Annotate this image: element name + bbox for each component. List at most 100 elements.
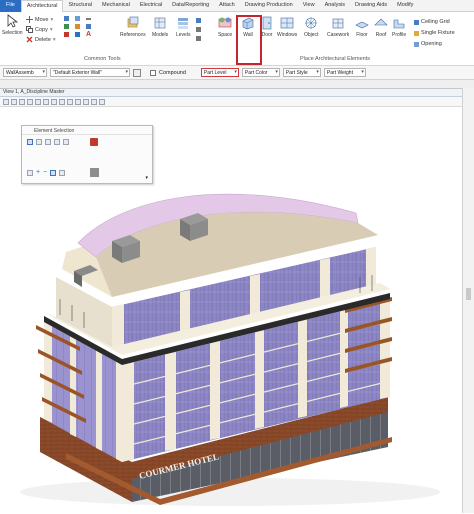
floor-label: Floor (356, 32, 368, 38)
clear-all-icon[interactable] (90, 168, 99, 177)
text-a-icon[interactable]: A (86, 31, 94, 38)
tab-architectural[interactable]: Architectural (20, 0, 64, 12)
tab-analysis[interactable]: Analysis (320, 0, 350, 12)
models-button[interactable]: Models (152, 16, 168, 38)
element-selection-dialog: Element Selection + − ▾ (21, 125, 153, 184)
display-style-icon[interactable] (83, 98, 89, 105)
casework-button[interactable]: Casework (327, 16, 349, 38)
part-style-combo[interactable]: Part Style (282, 68, 321, 77)
tab-structural[interactable]: Structural (63, 0, 97, 12)
opening-button[interactable]: Opening (414, 41, 442, 47)
space-button[interactable]: Space (218, 16, 232, 38)
part-weight-combo[interactable]: Part Weight (323, 68, 366, 77)
view-title-bar: View 1, A_Discipline Master (0, 89, 462, 97)
view-next-icon[interactable] (67, 98, 73, 105)
door-button[interactable]: Door (260, 16, 274, 38)
wall-type-combo[interactable]: "Default Exterior Wall" (50, 68, 130, 77)
single-fixture-label: Single Fixture (421, 30, 455, 36)
zoom-out-icon[interactable] (19, 98, 25, 105)
selection-button[interactable]: Selection (2, 14, 23, 36)
browse-icon[interactable] (133, 68, 141, 77)
object-label: Object (304, 32, 319, 38)
clear-selection-icon[interactable] (59, 170, 66, 176)
fixture-icon (414, 30, 419, 36)
part-level-combo[interactable]: Part Level (200, 68, 239, 77)
references-button[interactable]: References (120, 16, 146, 38)
invert-selection-icon[interactable] (50, 170, 57, 176)
right-side-panel (462, 88, 474, 513)
element-info-icon[interactable] (75, 16, 80, 21)
fit-view-icon[interactable] (35, 98, 41, 105)
lasso-select-icon[interactable] (63, 139, 69, 145)
space-icon (218, 17, 232, 28)
floor-button[interactable]: Floor (355, 16, 369, 38)
delete-button[interactable]: Delete ▾ (26, 36, 56, 43)
copy-button[interactable]: Copy ▾ (26, 26, 53, 33)
panel-scroll-handle[interactable] (466, 288, 471, 300)
ribbon-tab-bar: File Architectural Structural Mechanical Ele… (0, 0, 474, 12)
level-filter-icon[interactable] (196, 27, 201, 32)
level-display-icon[interactable] (196, 18, 201, 23)
paint-icon[interactable] (75, 24, 80, 29)
tab-mechanical[interactable]: Mechanical (97, 0, 135, 12)
models-icon (154, 17, 166, 29)
space-label: Space (218, 32, 233, 38)
delete-icon (26, 36, 33, 43)
pan-view-icon[interactable] (51, 98, 57, 105)
move-label: Move (35, 16, 49, 23)
add-icon[interactable]: + (36, 169, 40, 176)
view-perspective-icon[interactable] (75, 98, 81, 105)
group-icon[interactable] (75, 32, 80, 37)
subtract-icon[interactable]: − (43, 169, 47, 176)
tab-data-reporting[interactable]: Data/Reporting (167, 0, 214, 12)
tab-drawing-aids[interactable]: Drawing Aids (350, 0, 392, 12)
attribute-toolbar: WallAssemb "Default Exterior Wall" Compo… (0, 66, 474, 80)
selection-method-row: + − (27, 169, 66, 176)
selection-mode-row (27, 139, 69, 145)
view-previous-icon[interactable] (59, 98, 65, 105)
levels-aux-icons (196, 18, 201, 41)
roof-button[interactable]: Roof (374, 16, 388, 38)
tab-view[interactable]: View (298, 0, 320, 12)
tab-file[interactable]: File (0, 0, 21, 12)
text-icon[interactable] (64, 32, 69, 37)
floor-icon (355, 21, 369, 29)
tab-attach[interactable]: Attach (214, 0, 240, 12)
ceiling-grid-label: Ceiling Grid (421, 19, 450, 25)
block-select-icon[interactable] (36, 139, 42, 145)
move-button[interactable]: Move ▾ (26, 16, 53, 23)
line-icon[interactable] (86, 18, 91, 20)
ceiling-grid-button[interactable]: Ceiling Grid (414, 19, 450, 25)
dialog-expand-icon[interactable]: ▾ (145, 175, 148, 181)
new-selection-icon[interactable] (27, 170, 33, 176)
fence-icon[interactable] (64, 16, 69, 21)
levels-label: Levels (176, 32, 191, 38)
zoom-in-icon[interactable] (11, 98, 17, 105)
object-button[interactable]: Object (304, 16, 318, 38)
move-icon (26, 16, 33, 23)
view-attributes-icon[interactable] (3, 98, 9, 105)
window-label: Windows (277, 32, 298, 38)
wall-assembly-combo[interactable]: WallAssemb (3, 68, 47, 77)
compound-label: Compound (159, 69, 186, 76)
single-fixture-button[interactable]: Single Fixture (414, 30, 455, 36)
line-select-icon[interactable] (54, 139, 60, 145)
clip-volume-icon[interactable] (91, 98, 97, 105)
saved-views-icon[interactable] (99, 98, 105, 105)
tab-electrical[interactable]: Electrical (135, 0, 167, 12)
profile-button[interactable]: Profile (392, 16, 406, 38)
attributes-icon[interactable] (64, 24, 69, 29)
individual-select-icon[interactable] (27, 139, 33, 145)
tab-drawing-production[interactable]: Drawing Production (240, 0, 298, 12)
part-color-combo[interactable]: Part Color (241, 68, 280, 77)
level-settings-icon[interactable] (196, 36, 201, 41)
select-settings-icon[interactable] (90, 138, 98, 146)
levels-button[interactable]: Levels (176, 16, 190, 38)
table-icon[interactable] (86, 24, 91, 29)
tab-modify[interactable]: Modify (392, 0, 418, 12)
window-button[interactable]: Windows (277, 16, 297, 38)
shape-select-icon[interactable] (45, 139, 51, 145)
compound-checkbox[interactable] (150, 69, 156, 76)
rotate-view-icon[interactable] (43, 98, 49, 105)
window-area-icon[interactable] (27, 98, 33, 105)
